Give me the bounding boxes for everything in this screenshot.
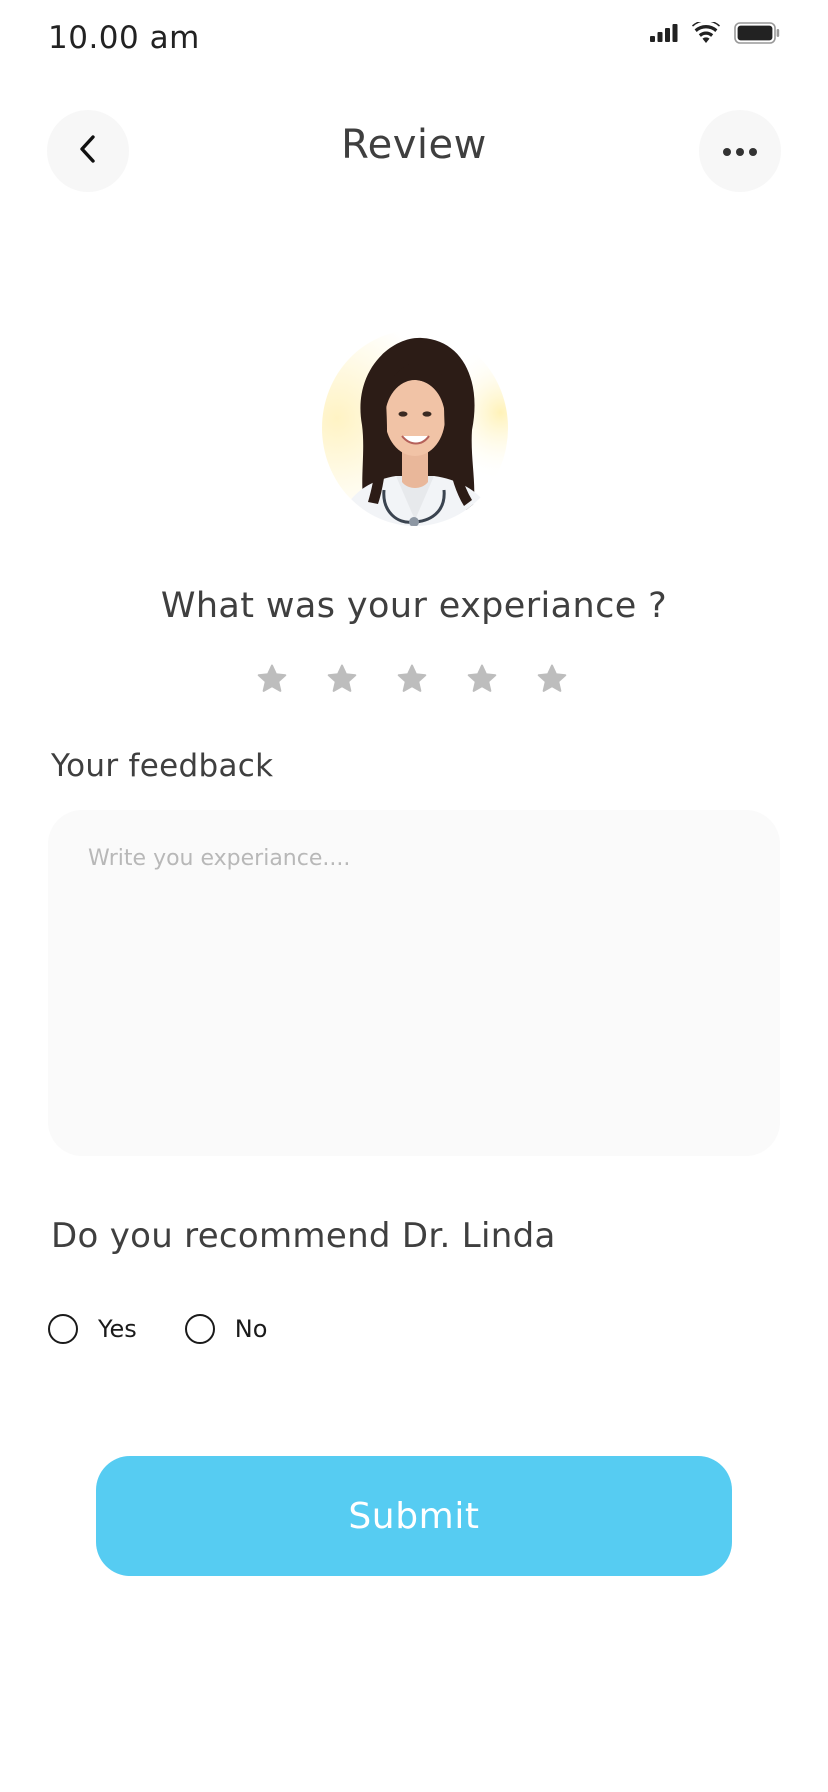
status-bar: 10.00 am (0, 0, 828, 80)
signal-icon (650, 24, 678, 46)
recommend-options: Yes No (48, 1314, 315, 1344)
radio-option-no[interactable]: No (184, 1314, 268, 1344)
radio-button-no[interactable] (184, 1314, 215, 1344)
more-horizontal-icon (722, 142, 758, 161)
star-icon[interactable] (535, 662, 569, 696)
radio-label-yes: Yes (98, 1315, 137, 1343)
star-icon[interactable] (255, 662, 289, 696)
more-options-button[interactable] (699, 110, 781, 192)
feedback-label: Your feedback (51, 748, 274, 784)
status-icons (650, 20, 780, 48)
feedback-input[interactable] (48, 810, 780, 1156)
battery-icon (734, 22, 780, 48)
submit-button[interactable]: Submit (96, 1456, 732, 1576)
rating-question: What was your experiance ? (160, 586, 668, 626)
radio-button-yes[interactable] (48, 1314, 78, 1344)
star-icon[interactable] (325, 662, 359, 696)
radio-option-yes[interactable]: Yes (48, 1314, 137, 1344)
star-icon[interactable] (395, 662, 429, 696)
header: Review (0, 110, 828, 194)
status-time: 10.00 am (48, 20, 200, 56)
star-icon[interactable] (465, 662, 499, 696)
recommend-question: Do you recommend Dr. Linda (51, 1216, 556, 1256)
star-rating (255, 662, 569, 696)
radio-label-no: No (234, 1315, 268, 1343)
doctor-avatar (322, 330, 508, 526)
wifi-icon (692, 20, 720, 48)
